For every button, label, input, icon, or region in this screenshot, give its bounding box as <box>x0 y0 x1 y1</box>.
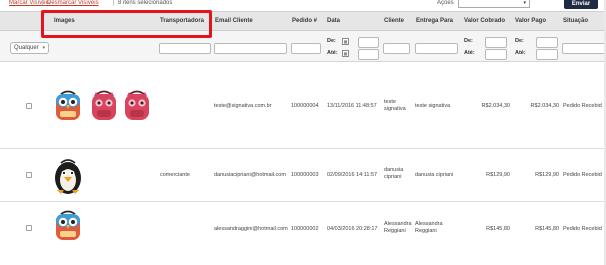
order-date: 02/09/2016 14:11:57 <box>327 172 378 178</box>
charged-to-label: Até: <box>464 50 475 56</box>
order-customer: danusia cipriani <box>384 167 404 180</box>
actions-label: Ações <box>437 0 454 6</box>
date-to-input[interactable] <box>358 49 379 60</box>
column-header-status[interactable]: Situação <box>563 18 588 24</box>
send-button[interactable]: Enviar <box>564 0 598 9</box>
pink-backpack-image <box>92 90 116 120</box>
date-from-label: De: <box>327 38 336 44</box>
order-customer: teste signativa <box>384 99 406 112</box>
order-date: 04/03/2016 20:28:17 <box>327 226 378 232</box>
column-header-delivery[interactable]: Entrega Para <box>416 18 453 24</box>
date-to-label: Até: <box>327 50 338 56</box>
order-carrier: comerciante <box>160 172 190 178</box>
table-row[interactable]: teste@signativa.com.br 100000004 13/11/2… <box>0 62 606 149</box>
order-delivery: Alessandra Reggiani <box>415 221 443 234</box>
row-checkbox[interactable] <box>26 225 32 231</box>
any-option-label: Qualquer <box>14 45 39 51</box>
column-header-charged[interactable]: Valor Cobrado <box>464 18 505 24</box>
order-status: Pedido Recebid <box>563 226 602 232</box>
order-id: 100000004 <box>291 103 319 109</box>
paid-to-input[interactable] <box>536 49 558 60</box>
chevron-down-icon: ▾ <box>523 0 526 6</box>
table-row[interactable]: comerciante danusiacipriani@hotmail.com … <box>0 149 606 202</box>
paid-from-label: De: <box>515 38 524 44</box>
penguin-backpack-image <box>55 159 81 194</box>
toolbar-separator: | <box>42 0 44 6</box>
calendar-icon[interactable]: ▦ <box>342 50 349 57</box>
order-id: 100000002 <box>291 226 319 232</box>
column-header-date[interactable]: Data <box>327 18 340 24</box>
order-email: alessandraggini@hotmail.com <box>214 226 288 232</box>
order-status: Pedido Recebid <box>563 172 602 178</box>
charged-from-label: De: <box>464 38 473 44</box>
carrier-filter-input[interactable] <box>159 43 211 54</box>
column-header-email[interactable]: Email Cliente <box>215 18 253 24</box>
order-charged: R$129,90 <box>486 172 510 178</box>
owl-backpack-image <box>56 90 80 120</box>
toolbar-separator: | <box>113 0 115 6</box>
row-checkbox[interactable] <box>26 103 32 109</box>
chevron-down-icon: ▾ <box>42 45 45 51</box>
calendar-icon[interactable]: ▦ <box>342 38 349 45</box>
order-charged: R$2.034,30 <box>481 103 510 109</box>
actions-select[interactable]: ▾ <box>458 0 530 8</box>
order-id: 100000003 <box>291 172 319 178</box>
grid-toolbar: Marcar Visíveis | Desmarcar Visíveis | 8… <box>0 0 606 10</box>
unmark-visible-link[interactable]: Desmarcar Visíveis <box>47 0 99 6</box>
mass-action-select[interactable]: Qualquer ▾ <box>10 42 49 54</box>
order-email: danusiacipriani@hotmail.com <box>214 172 286 178</box>
order-charged: R$145,80 <box>486 226 510 232</box>
email-filter-input[interactable] <box>214 43 287 54</box>
order-date: 13/11/2016 11:48:57 <box>327 103 377 109</box>
order-filter-input[interactable] <box>291 43 321 54</box>
order-delivery: teste signativa <box>415 103 451 109</box>
order-customer: Alessandra Reggiani <box>384 221 412 234</box>
date-from-input[interactable] <box>358 37 379 48</box>
table-row[interactable]: alessandraggini@hotmail.com 100000002 04… <box>0 202 606 265</box>
row-checkbox[interactable] <box>26 172 32 178</box>
items-selected-count: 8 itens selecionados <box>118 0 173 6</box>
customer-filter-input[interactable] <box>383 43 410 54</box>
charged-to-input[interactable] <box>485 49 507 60</box>
pink-backpack-image <box>125 90 149 120</box>
column-header-customer[interactable]: Cliente <box>384 18 404 24</box>
order-paid: R$145,80 <box>535 226 559 232</box>
paid-to-label: Até: <box>515 50 526 56</box>
order-paid: R$129,90 <box>535 172 559 178</box>
paid-from-input[interactable] <box>536 37 558 48</box>
column-header-order[interactable]: Pedido # <box>292 18 317 24</box>
owl-backpack-image <box>56 210 80 240</box>
charged-from-input[interactable] <box>485 37 507 48</box>
order-email: teste@signativa.com.br <box>214 103 272 109</box>
status-filter-input[interactable] <box>562 43 606 54</box>
delivery-filter-input[interactable] <box>415 43 458 54</box>
order-delivery: danusia cipriani <box>415 172 454 178</box>
highlight-box <box>41 10 212 38</box>
order-status: Pedido Recebid <box>563 103 602 109</box>
order-paid: R$2.034,30 <box>530 103 559 109</box>
column-header-paid[interactable]: Valor Pago <box>515 18 546 24</box>
